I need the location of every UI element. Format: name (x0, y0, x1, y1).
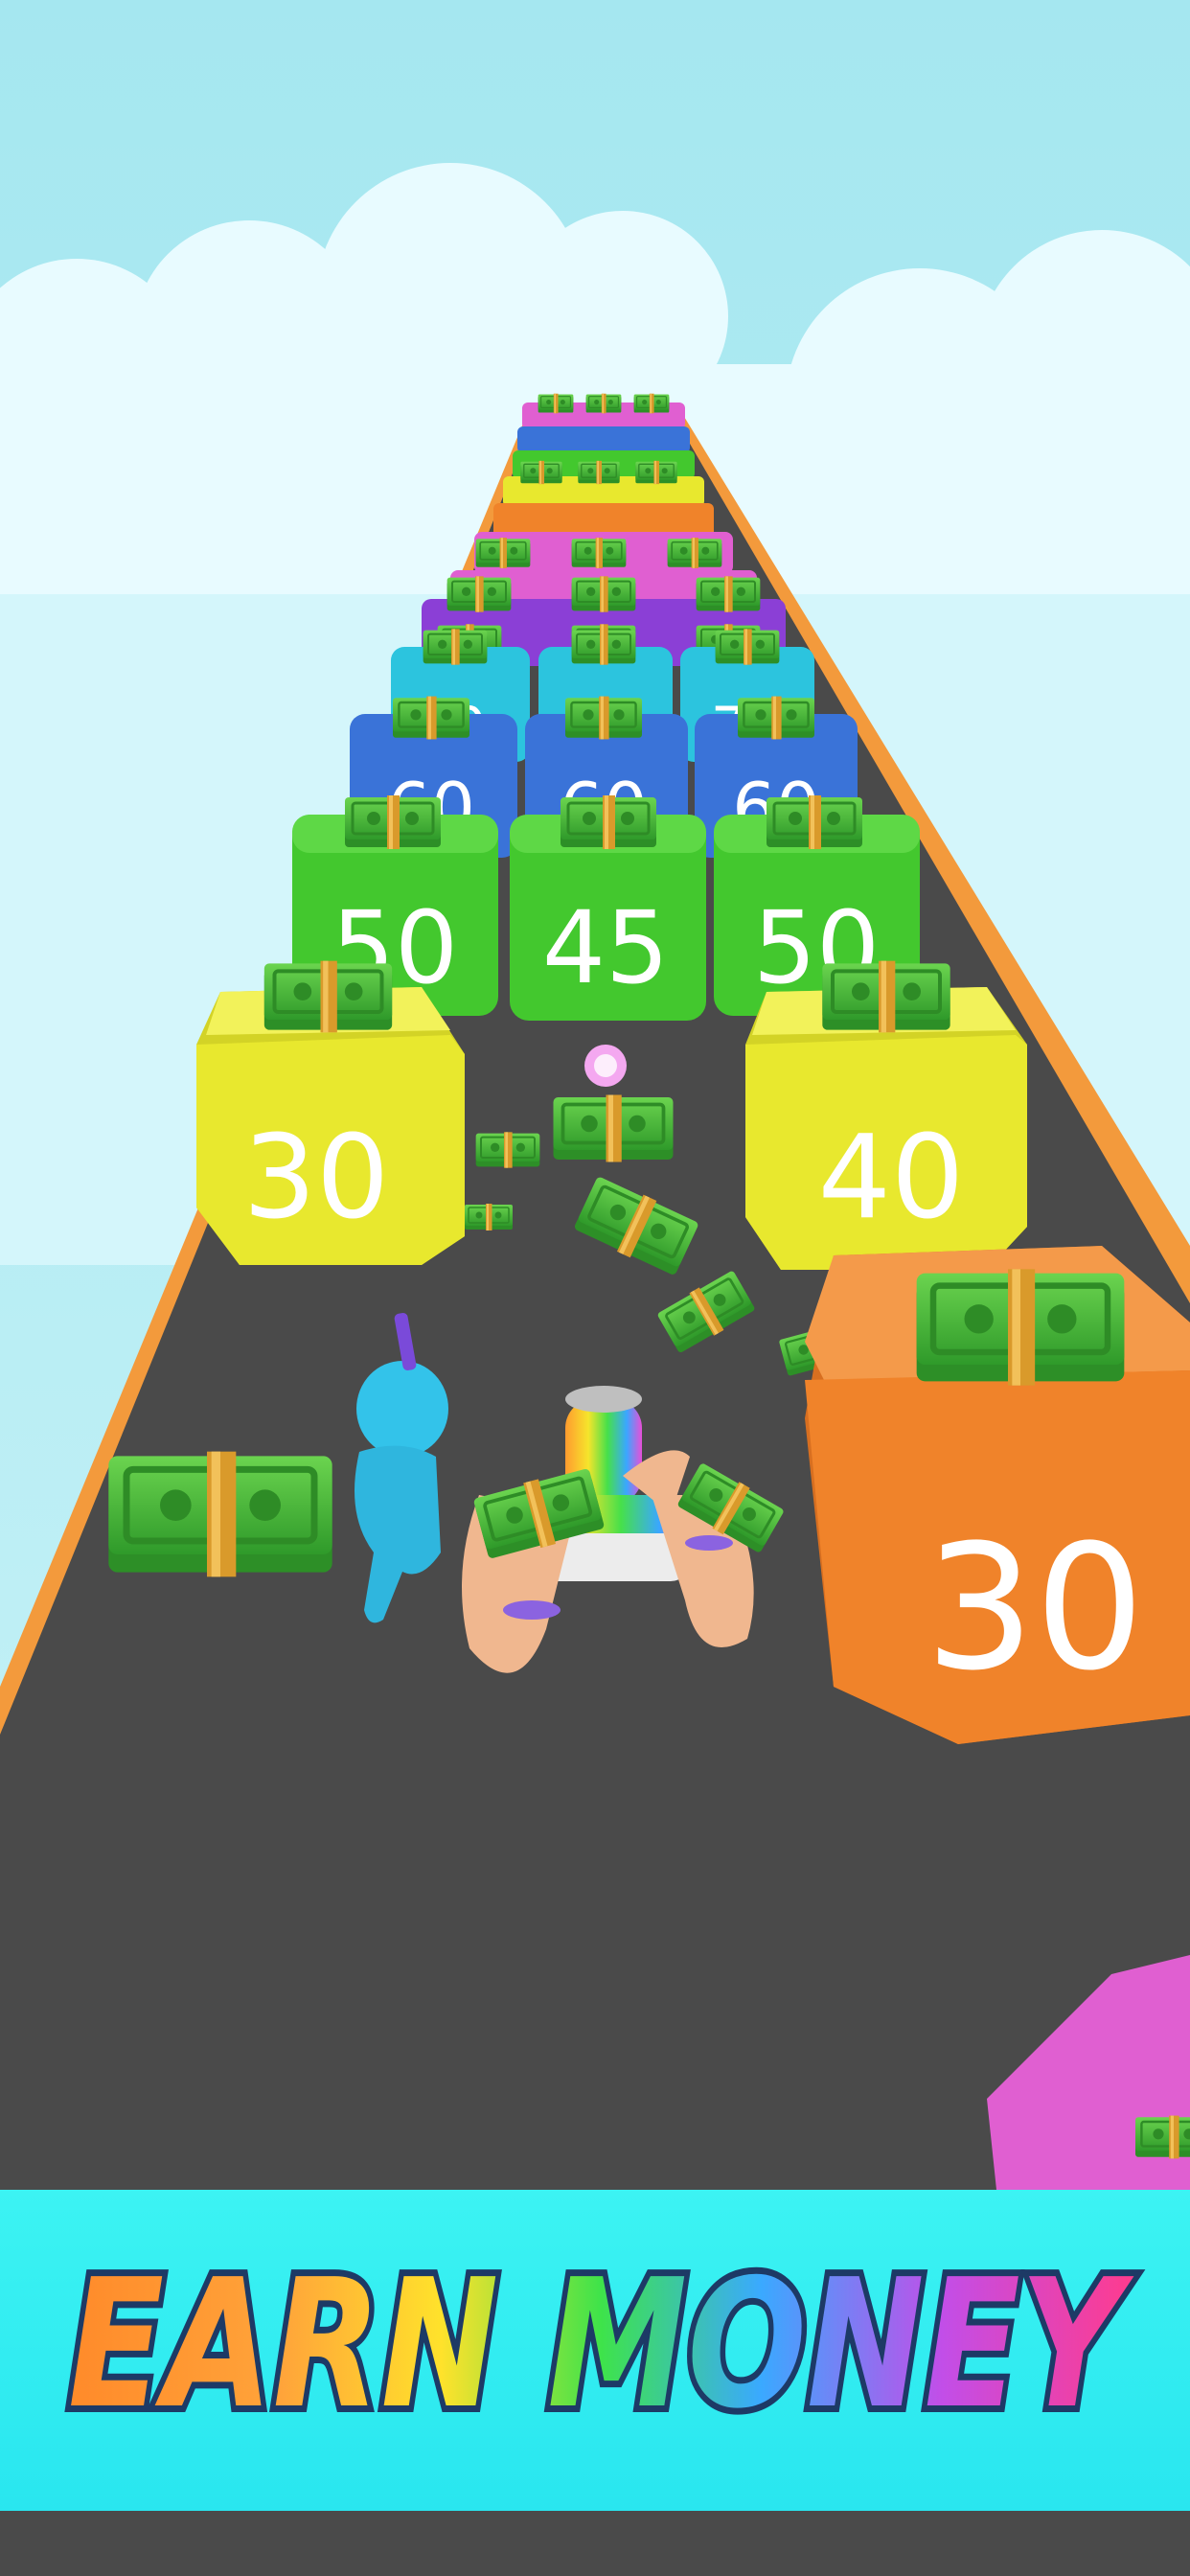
block-label: 45 (542, 889, 669, 1006)
block-label: 30 (925, 1508, 1144, 1709)
money-stack-icon[interactable] (108, 1452, 332, 1577)
block-yellow-right: 40 (745, 961, 1027, 1270)
game-scene[interactable]: 70 70 60 60 60 50 45 50 30 (0, 0, 1190, 2190)
block-orange-front: 30 (805, 1246, 1190, 1744)
promo-banner: EARN MONEY (0, 2190, 1190, 2511)
block-label: 30 (243, 1112, 390, 1245)
banner-title: EARN MONEY (68, 2241, 1134, 2448)
orb-glow (594, 1054, 617, 1077)
block-yellow-left: 30 (196, 961, 465, 1265)
block-label: 40 (818, 1112, 965, 1245)
bottom-strip (0, 2511, 1190, 2576)
